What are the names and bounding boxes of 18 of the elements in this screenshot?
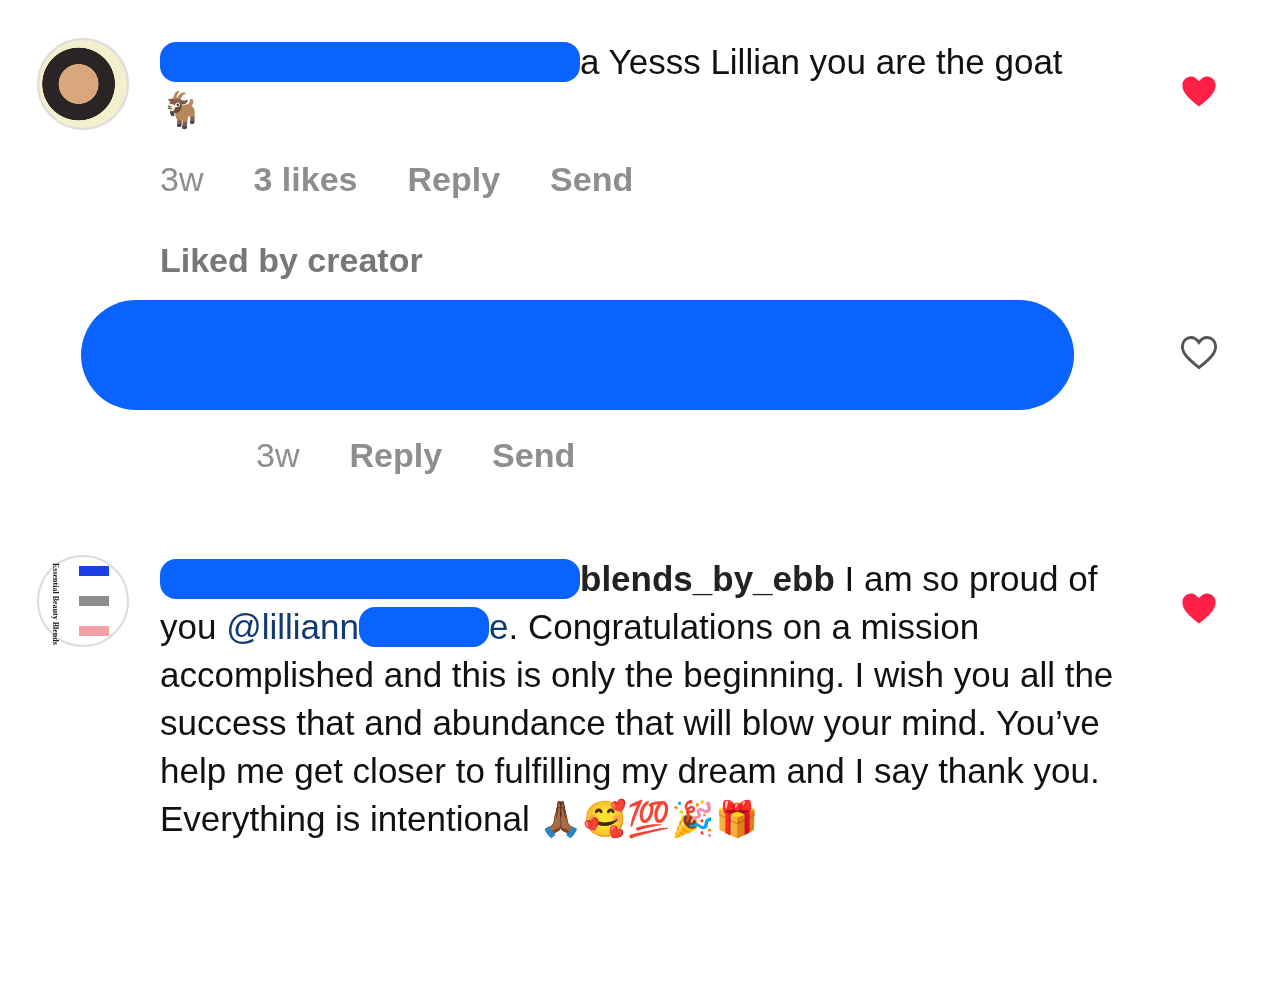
logo-stripe [79, 566, 109, 576]
comment-action[interactable]: Reply [349, 436, 443, 475]
heart-filled-icon[interactable] [1180, 591, 1218, 626]
comment-text: blends_by_ebb I am so proud of you @lilliann e. Congratulations on a mission accomplished and this is only the beginning. I wish you all the success that and abundance that will blow your mind. You’ve help me get closer to fulfilling my dream and I say thank you. Everything is intentional 🙏🏾🥰💯🎉🎁 [160, 558, 1114, 841]
logo-stripe [79, 596, 109, 606]
logo-stripe [79, 626, 109, 636]
comment-time: 3w [256, 436, 300, 475]
comment-text: a Yesss Lillian you are the goat 🐐 [160, 41, 1064, 131]
comment-time: 3w [160, 160, 204, 199]
liked-by-creator-text: Liked by creator [160, 241, 424, 280]
comment-action[interactable]: 3 likes [253, 160, 358, 199]
avatar-logo[interactable]: Essential Beauty Blends [37, 555, 129, 647]
heart-filled-icon[interactable] [1180, 74, 1218, 109]
heart-outline-icon[interactable] [1180, 335, 1218, 370]
comment-action[interactable]: Send [550, 160, 634, 199]
comment-action[interactable]: Reply [407, 160, 501, 199]
comment-action[interactable]: Send [492, 436, 576, 475]
logo-text: Essential Beauty Blends [51, 563, 60, 645]
